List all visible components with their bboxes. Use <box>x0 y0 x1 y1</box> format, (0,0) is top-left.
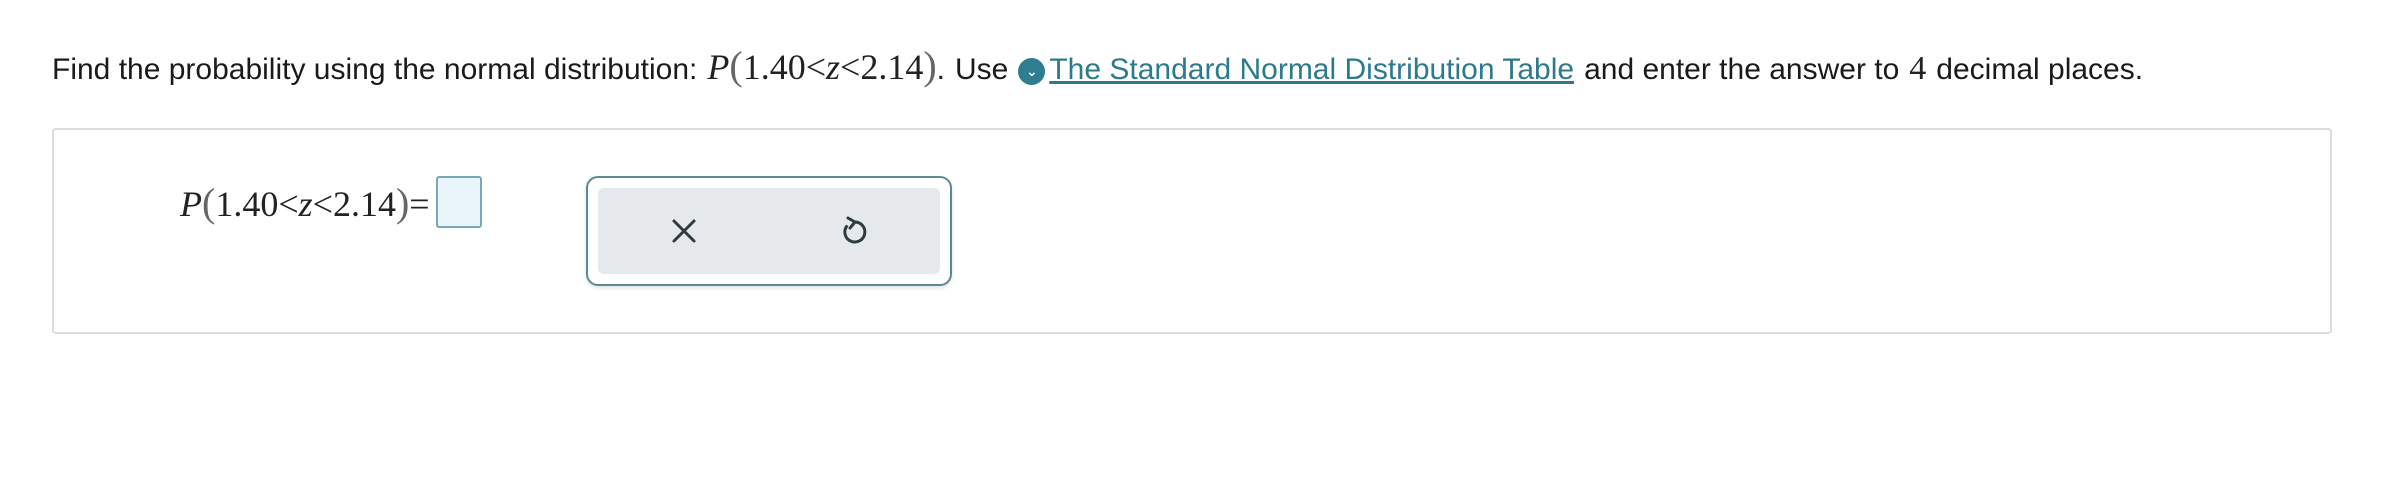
question-text: Find the probability using the normal di… <box>52 42 2143 94</box>
undo-icon <box>842 216 866 244</box>
clear-button[interactable] <box>598 188 769 274</box>
answer-card: P(1.40<z<2.14)= <box>52 128 2332 334</box>
chevron-down-icon[interactable]: ⌄ <box>1018 57 1046 85</box>
question-suffix-1: and enter the answer to <box>1584 53 1900 86</box>
use-text: Use <box>955 53 1009 86</box>
standard-normal-table-link[interactable]: The Standard Normal Distribution Table <box>1049 46 1574 94</box>
question-suffix-2: decimal places. <box>1936 53 2144 86</box>
close-icon <box>672 219 695 243</box>
reset-button[interactable] <box>769 188 940 274</box>
answer-toolbar <box>586 176 952 286</box>
answer-input[interactable] <box>435 176 482 228</box>
math-p: P <box>707 47 730 87</box>
question-math: P(1.40<z<2.14) <box>707 43 937 88</box>
question-period: . <box>936 53 945 86</box>
decimal-count: 4 <box>1909 50 1927 87</box>
question-prefix: Find the probability using the normal di… <box>52 53 698 86</box>
answer-expression: P(1.40<z<2.14)= <box>180 176 482 228</box>
